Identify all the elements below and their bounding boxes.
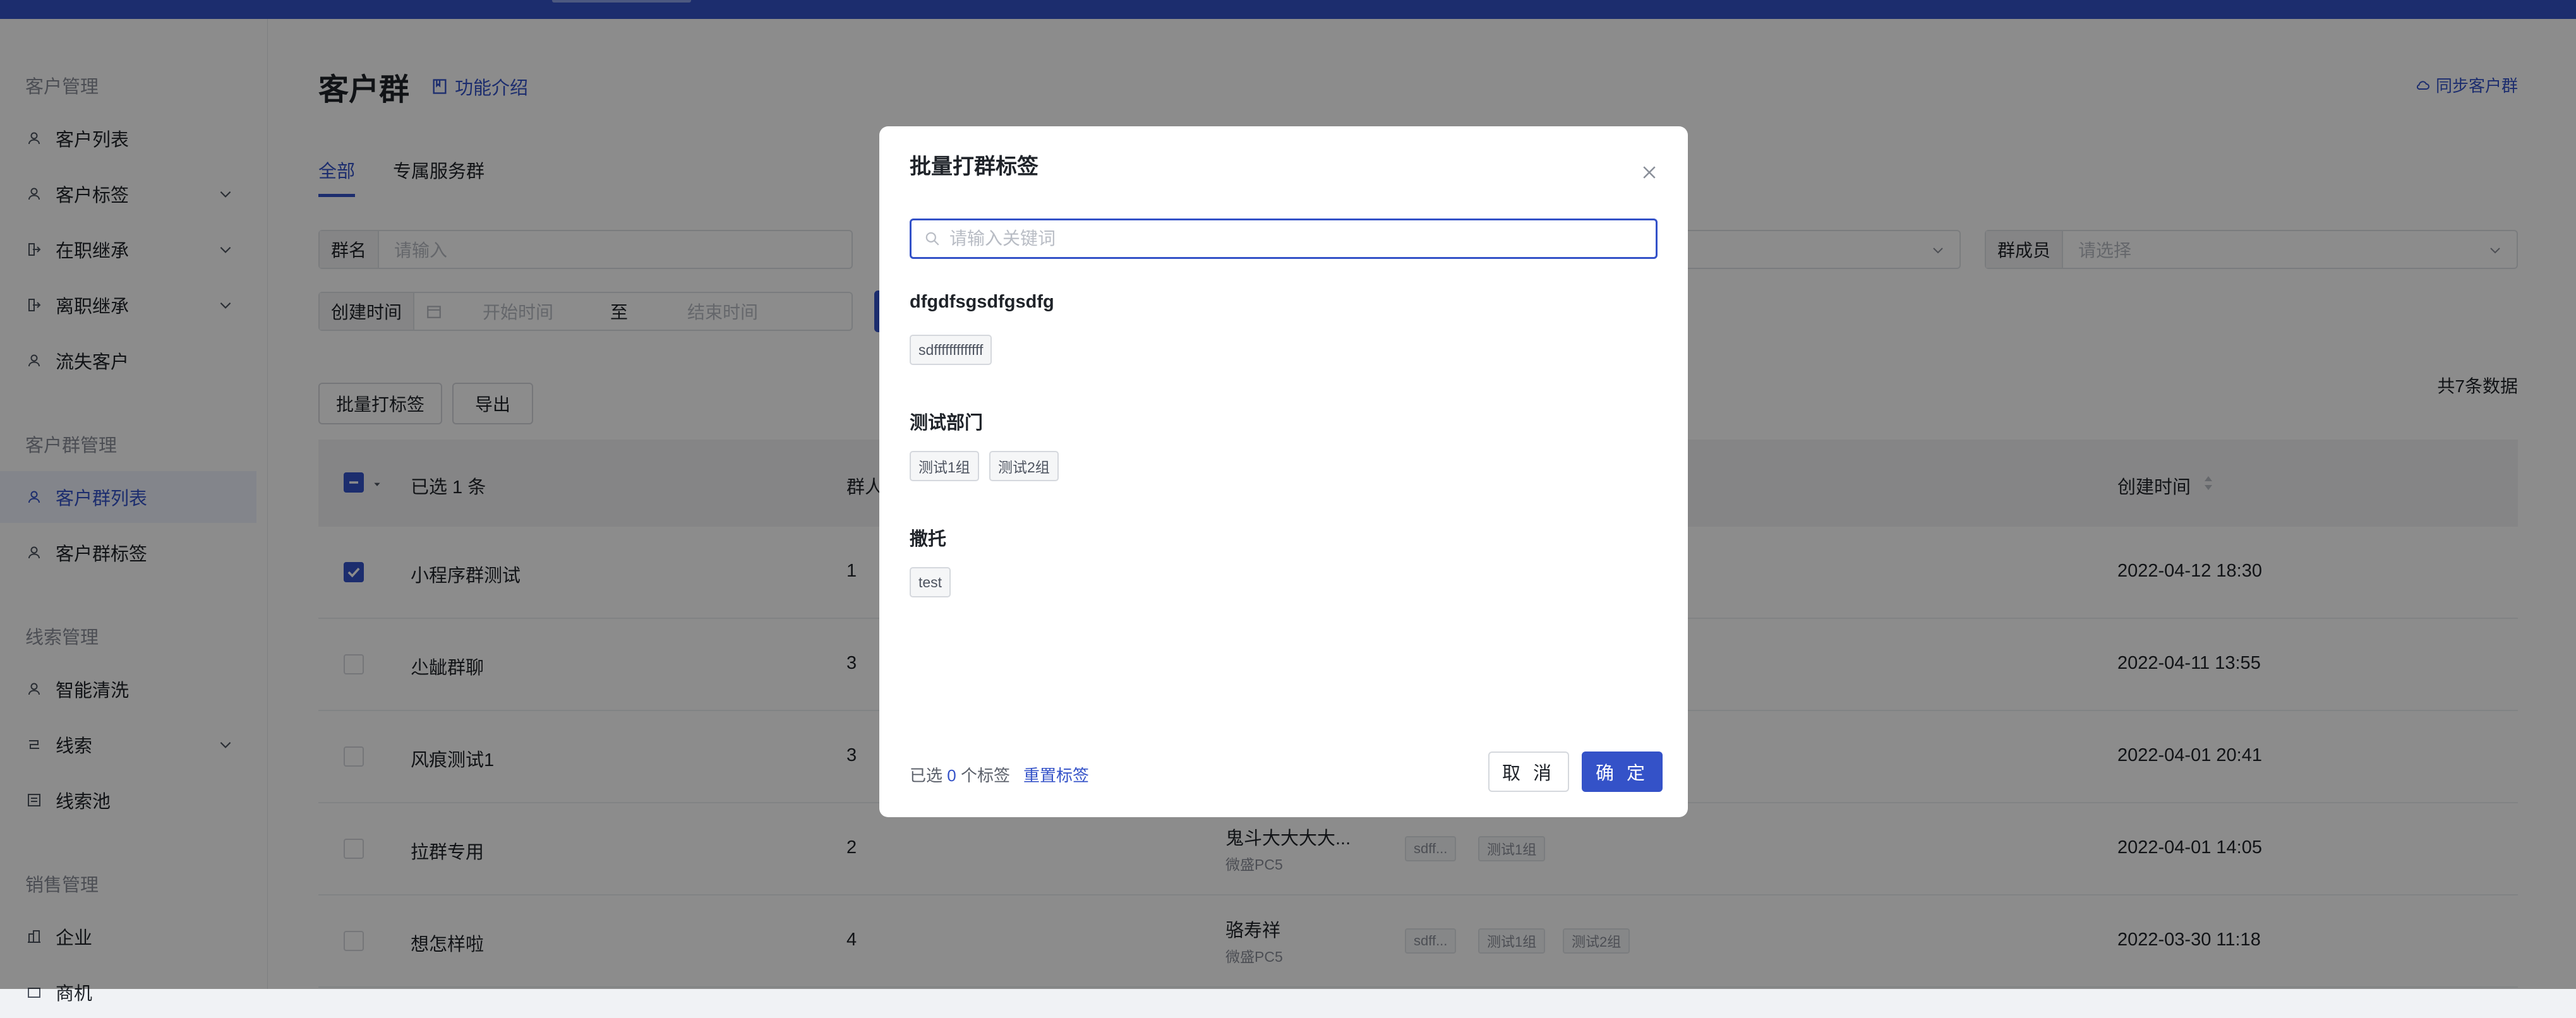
tag-option[interactable]: sdfffffffffffff	[910, 335, 992, 365]
tag-group-title: dfgdfsgsdfgsdfg	[910, 292, 1054, 312]
selected-prefix: 已选	[910, 766, 943, 785]
tag-search-field[interactable]	[949, 229, 1644, 249]
tag-group-title: 测试部门	[910, 413, 984, 433]
batch-tag-modal: 批量打群标签 dfgdfsgsdfgsdfg sdfffffffffffff 测…	[879, 126, 1688, 817]
cancel-button[interactable]: 取 消	[1488, 752, 1569, 792]
tag-option[interactable]: 测试2组	[989, 451, 1059, 481]
tag-group-title: 撒托	[910, 529, 947, 549]
tag-option[interactable]: 测试1组	[910, 451, 979, 481]
reset-tags-link[interactable]: 重置标签	[1023, 763, 1089, 786]
search-icon	[925, 232, 939, 246]
selected-suffix: 个标签	[960, 766, 1010, 785]
tag-search-input[interactable]	[910, 219, 1658, 259]
confirm-button[interactable]: 确 定	[1582, 752, 1663, 792]
close-icon[interactable]	[1640, 163, 1659, 182]
selected-number: 0	[947, 766, 956, 785]
modal-title: 批量打群标签	[910, 155, 1038, 179]
selected-tag-count: 已选 0 个标签	[910, 763, 1010, 786]
tag-option[interactable]: test	[910, 567, 951, 597]
